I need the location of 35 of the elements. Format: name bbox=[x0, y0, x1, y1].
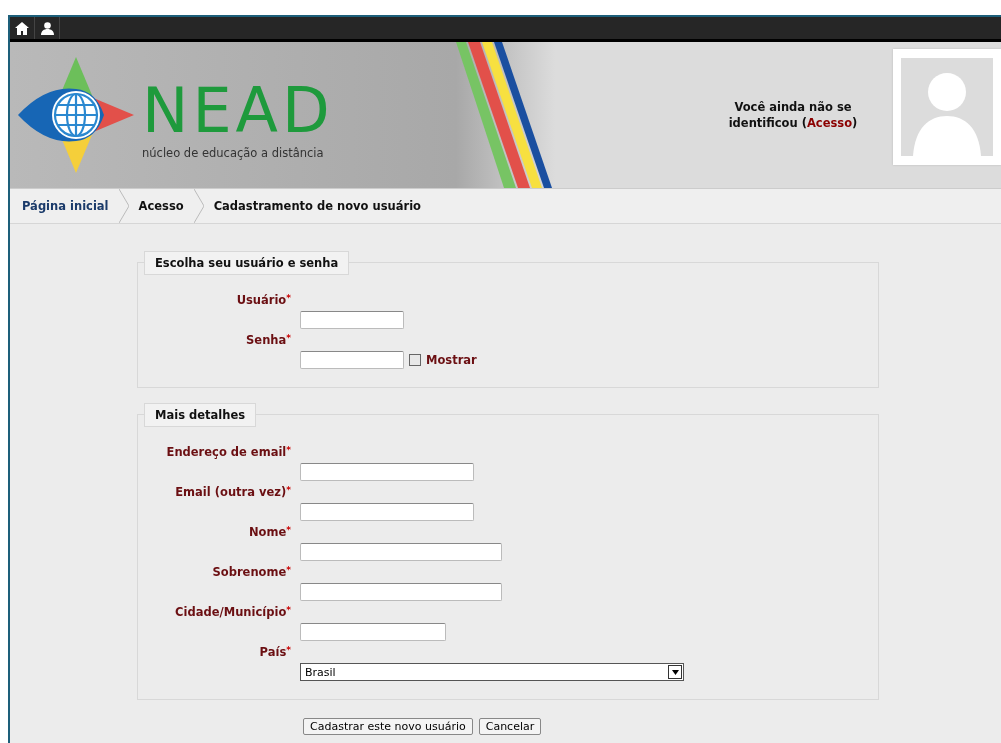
field-label: Usuário* bbox=[235, 293, 291, 307]
breadcrumb-separator-icon bbox=[193, 189, 204, 223]
logo-tagline: núcleo de educação a distância bbox=[142, 146, 325, 160]
field-label: País* bbox=[258, 645, 291, 659]
breadcrumb-item: Cadastramento de novo usuário bbox=[213, 199, 421, 213]
breadcrumb-item: Acesso bbox=[138, 199, 184, 213]
show-password-checkbox[interactable] bbox=[409, 354, 421, 366]
field-label: Senha* bbox=[245, 333, 291, 347]
section-legend: Escolha seu usuário e senha bbox=[144, 251, 350, 275]
person-silhouette-icon bbox=[901, 58, 993, 156]
cancel-button[interactable]: Cancelar bbox=[478, 718, 542, 735]
breadcrumb-separator-icon bbox=[118, 189, 129, 223]
field-label: Cidade/Município* bbox=[174, 605, 291, 619]
field-label: Sobrenome* bbox=[211, 565, 291, 579]
text-field[interactable] bbox=[300, 503, 474, 521]
field-label: Nome* bbox=[247, 525, 291, 539]
breadcrumb-link[interactable]: Página inicial bbox=[22, 199, 109, 213]
country-select[interactable]: Brasil bbox=[300, 663, 684, 681]
text-field[interactable] bbox=[300, 463, 474, 481]
text-field[interactable] bbox=[300, 543, 502, 561]
home-icon[interactable] bbox=[15, 21, 29, 35]
show-password-label[interactable]: Mostrar bbox=[426, 353, 477, 367]
logo-text: NEAD bbox=[142, 80, 334, 142]
register-button[interactable]: Cadastrar este novo usuário bbox=[303, 718, 473, 735]
eye-globe-logo-icon bbox=[16, 55, 136, 175]
field-label: Endereço de email* bbox=[165, 445, 291, 459]
text-field[interactable] bbox=[300, 583, 502, 601]
login-link[interactable]: Acesso bbox=[806, 116, 853, 130]
password-field[interactable] bbox=[300, 351, 404, 369]
login-status-text: Você ainda não se identificou (Acesso) bbox=[727, 99, 859, 131]
field-label: Email (outra vez)* bbox=[174, 485, 291, 499]
section-legend: Mais detalhes bbox=[144, 403, 257, 427]
text-field[interactable] bbox=[300, 623, 446, 641]
user-icon[interactable] bbox=[40, 21, 54, 35]
text-field[interactable] bbox=[300, 311, 404, 329]
